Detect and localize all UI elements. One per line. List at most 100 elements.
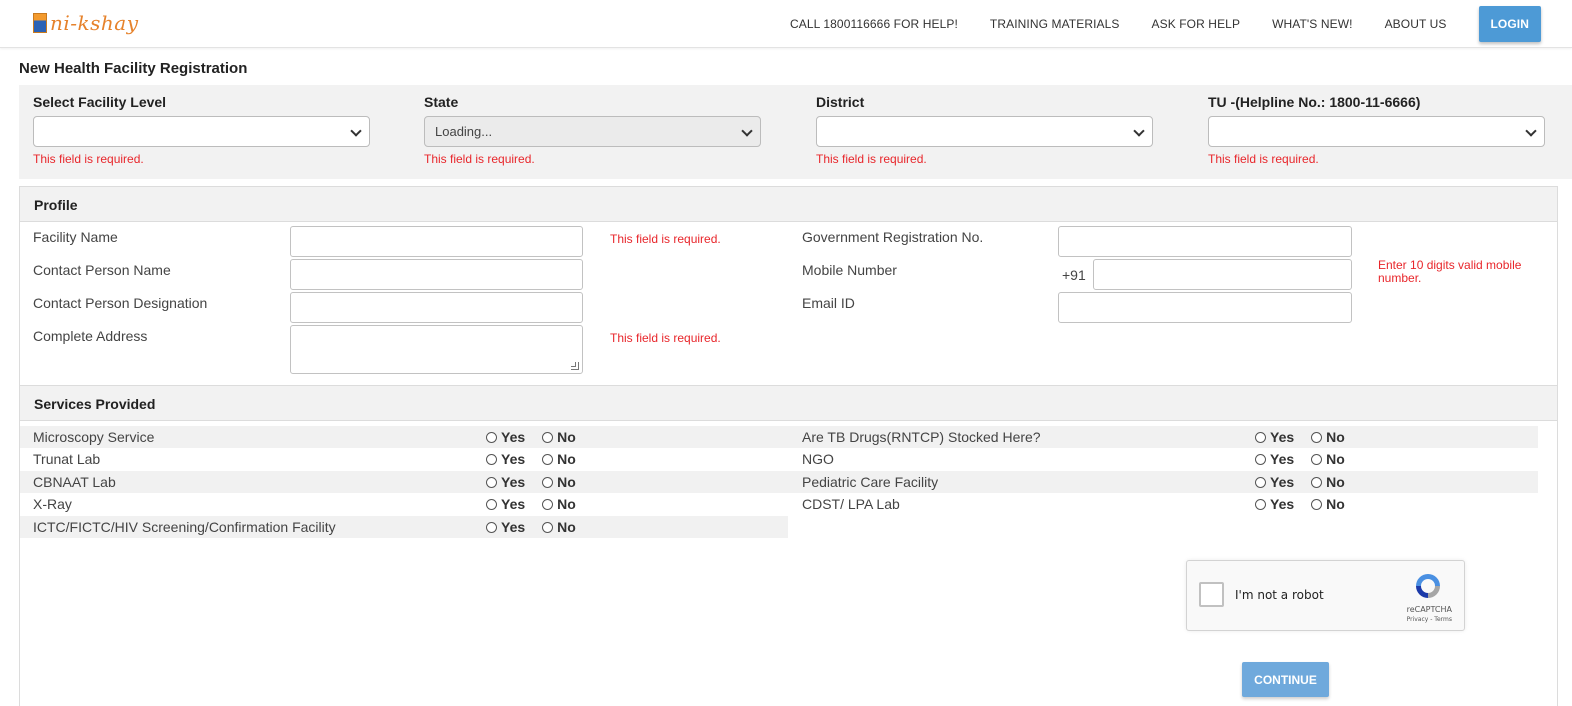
yes-radio[interactable]: Yes (486, 519, 525, 535)
recaptcha-widget: I'm not a robot reCAPTCHA Privacy - Term… (1186, 560, 1465, 631)
continue-button[interactable]: CONTINUE (1242, 662, 1329, 697)
services-heading: Services Provided (20, 386, 1557, 421)
complete-address-textarea[interactable] (290, 325, 583, 374)
nav-training-materials[interactable]: TRAINING MATERIALS (990, 17, 1120, 31)
mobile-number-input[interactable] (1093, 259, 1352, 290)
radio-icon (1311, 498, 1323, 510)
no-radio[interactable]: No (1311, 429, 1345, 445)
radio-icon (486, 476, 497, 488)
no-radio[interactable]: No (542, 496, 576, 512)
no-radio[interactable]: No (542, 451, 576, 467)
radio-icon (1255, 498, 1266, 510)
radio-icon (542, 476, 554, 488)
login-button[interactable]: LOGIN (1478, 6, 1541, 42)
facility-name-input[interactable] (290, 226, 583, 257)
tu-label: TU -(Helpline No.: 1800-11-6666) (1208, 94, 1421, 110)
mobile-number-error: Enter 10 digits valid mobile number. (1378, 258, 1522, 285)
service-row: ICTC/FICTC/HIV Screening/Confirmation Fa… (20, 516, 1540, 538)
radio-icon (542, 521, 554, 533)
facility-level-select[interactable] (33, 116, 370, 147)
service-radio-group: Yes No (1255, 429, 1362, 445)
mobile-number-label: Mobile Number (802, 262, 897, 278)
no-radio[interactable]: No (542, 519, 576, 535)
service-row: Microscopy Service Yes No Are TB Drugs(R… (20, 426, 1540, 448)
contact-person-name-input[interactable] (290, 259, 583, 290)
service-radio-group: Yes No (1255, 451, 1362, 467)
facility-level-label: Select Facility Level (33, 94, 167, 110)
facility-name-error: This field is required. (610, 232, 721, 246)
radio-icon (1255, 476, 1266, 488)
contact-person-designation-label: Contact Person Designation (33, 295, 208, 311)
chevron-down-icon (1525, 125, 1537, 137)
nav-about-us[interactable]: ABOUT US (1385, 17, 1447, 31)
radio-icon (1255, 453, 1266, 465)
radio-icon (542, 498, 554, 510)
service-radio-group: Yes No (1255, 474, 1362, 490)
contact-person-name-label: Contact Person Name (33, 262, 171, 278)
service-radio-group: Yes No (486, 451, 593, 467)
yes-radio[interactable]: Yes (1255, 429, 1294, 445)
radio-icon (486, 453, 497, 465)
service-radio-group: Yes No (1255, 496, 1362, 512)
complete-address-error: This field is required. (610, 331, 721, 345)
nav-whats-new[interactable]: WHAT'S NEW! (1272, 17, 1353, 31)
service-label: ICTC/FICTC/HIV Screening/Confirmation Fa… (33, 519, 336, 535)
district-select[interactable] (816, 116, 1153, 147)
radio-icon (486, 431, 497, 443)
gov-registration-input[interactable] (1058, 226, 1352, 257)
service-radio-group: Yes No (486, 429, 593, 445)
yes-radio[interactable]: Yes (486, 451, 525, 467)
nav-call-help[interactable]: CALL 1800116666 FOR HELP! (790, 17, 958, 31)
facility-level-error: This field is required. (33, 152, 144, 166)
yes-radio[interactable]: Yes (1255, 474, 1294, 490)
nikshay-logo[interactable]: ni-kshay (33, 10, 139, 36)
radio-icon (1311, 431, 1323, 443)
mobile-country-code: +91 (1062, 267, 1086, 283)
tu-select[interactable] (1208, 116, 1545, 147)
nav-menu: CALL 1800116666 FOR HELP! TRAINING MATER… (758, 0, 1572, 48)
radio-icon (486, 498, 497, 510)
service-radio-group: Yes No (486, 496, 593, 512)
yes-radio[interactable]: Yes (486, 429, 525, 445)
no-radio[interactable]: No (1311, 474, 1345, 490)
email-input[interactable] (1058, 292, 1352, 323)
chevron-down-icon (1133, 125, 1145, 137)
recaptcha-links[interactable]: Privacy - Terms (1407, 615, 1452, 625)
page-title: New Health Facility Registration (19, 60, 248, 77)
yes-radio[interactable]: Yes (1255, 451, 1294, 467)
services-panel: Services Provided Microscopy Service Yes… (19, 385, 1558, 706)
no-radio[interactable]: No (542, 474, 576, 490)
service-label: Pediatric Care Facility (802, 474, 939, 490)
service-label: CBNAAT Lab (33, 474, 116, 490)
service-label: Trunat Lab (33, 451, 101, 467)
service-label: Are TB Drugs(RNTCP) Stocked Here? (802, 429, 1041, 445)
email-label: Email ID (802, 295, 855, 311)
chevron-down-icon (350, 125, 362, 137)
no-radio[interactable]: No (1311, 451, 1345, 467)
recaptcha-branding: reCAPTCHA Privacy - Terms (1406, 605, 1452, 625)
radio-icon (542, 453, 554, 465)
nav-ask-for-help[interactable]: ASK FOR HELP (1152, 17, 1241, 31)
profile-panel: Profile Facility Name This field is requ… (19, 186, 1558, 386)
service-label: NGO (802, 451, 834, 467)
chevron-down-icon (741, 125, 753, 137)
service-row: X-Ray Yes No CDST/ LPA Lab Yes No (20, 493, 1540, 515)
yes-radio[interactable]: Yes (486, 474, 525, 490)
state-select-value: Loading... (435, 124, 493, 139)
state-select[interactable]: Loading... (424, 116, 761, 147)
yes-radio[interactable]: Yes (1255, 496, 1294, 512)
service-label: CDST/ LPA Lab (802, 496, 900, 512)
radio-icon (542, 431, 554, 443)
complete-address-label: Complete Address (33, 328, 148, 344)
recaptcha-logo-icon (1416, 574, 1440, 598)
yes-radio[interactable]: Yes (486, 496, 525, 512)
tu-error: This field is required. (1208, 152, 1319, 166)
facility-name-label: Facility Name (33, 229, 118, 245)
no-radio[interactable]: No (1311, 496, 1345, 512)
recaptcha-checkbox[interactable] (1199, 582, 1224, 607)
contact-person-designation-input[interactable] (290, 292, 583, 323)
radio-icon (1311, 453, 1323, 465)
resize-handle-icon[interactable] (571, 362, 579, 370)
no-radio[interactable]: No (542, 429, 576, 445)
service-label: Microscopy Service (33, 429, 155, 445)
